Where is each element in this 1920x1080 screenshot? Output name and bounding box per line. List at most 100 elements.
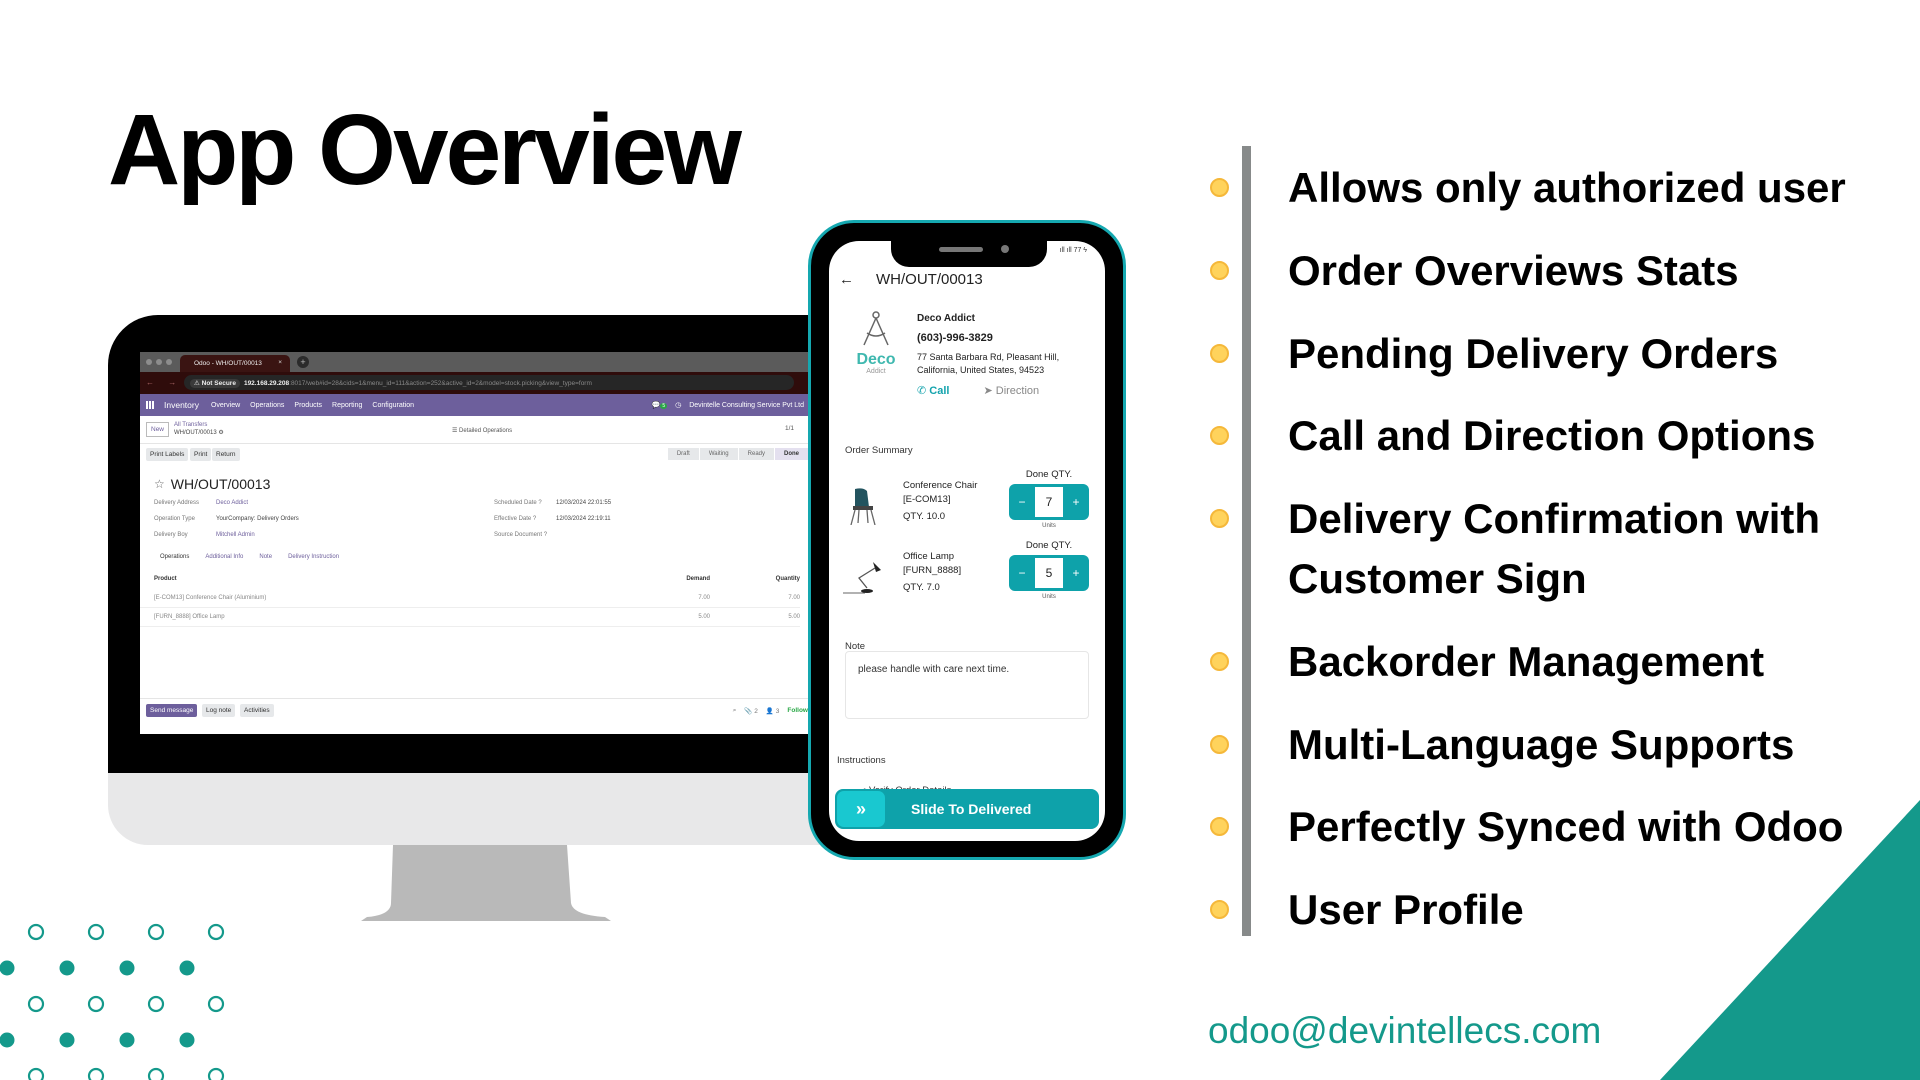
navigation-arrow-icon: ➤ [983,385,996,397]
print-labels-button[interactable]: Print Labels [146,448,189,461]
return-button[interactable]: Return [212,448,240,461]
pager: 1/1 [784,425,794,432]
row-quantity: 7.00 [788,595,800,601]
col-demand: Demand [686,576,710,582]
direction-button[interactable]: ➤ Direction [983,384,1039,397]
tab-delivery-instruction[interactable]: Delivery Instruction [288,554,339,560]
increment-button[interactable]: + [1063,484,1089,520]
filled-dot [119,1032,135,1048]
nav-products[interactable]: Products [294,402,322,409]
app-name[interactable]: Inventory [164,400,199,410]
quantity-input[interactable]: 5 [1035,558,1063,588]
row-demand: 5.00 [698,614,710,620]
bullet-dot-icon [1210,426,1229,445]
line-product-name: Office Lamp [903,551,955,562]
slide-to-delivered-button[interactable]: » Slide To Delivered [835,789,1099,829]
breadcrumb: All Transfers WH/OUT/00013 ⚙ [174,421,224,437]
url-input[interactable]: ⚠ Not Secure 192.168.29.208:8017/web#id=2… [184,375,794,390]
operation-type-value[interactable]: YourCompany: Delivery Orders [216,516,299,522]
feature-label: Backorder Management [1288,638,1765,685]
odoo-navbar: Inventory Overview Operations Products R… [140,394,808,416]
not-secure-badge[interactable]: ⚠ Not Secure [190,379,240,388]
scheduled-date-value[interactable]: 12/03/2024 22:01:55 [556,500,611,506]
feature-label: Customer Sign [1288,555,1587,602]
feature-item: Multi-Language Supports [1210,715,1794,768]
company-name[interactable]: Devintelle Consulting Service Pvt Ltd [689,402,804,409]
slide-handle-chevrons-icon[interactable]: » [837,791,885,827]
window-controls[interactable] [146,359,172,365]
activities-button[interactable]: Activities [240,704,274,717]
new-button[interactable]: New [146,422,170,437]
effective-date-value[interactable]: 12/03/2024 22:19:11 [556,516,611,522]
clock-icon[interactable]: ◷ [675,401,681,409]
chat-icon[interactable]: 💬 5 [652,401,668,409]
call-button[interactable]: ✆ Call [917,384,949,397]
quantity-input[interactable]: 7 [1035,487,1063,517]
form-fields: Delivery Address Deco Addict Operation Ty… [154,500,808,552]
increment-button[interactable]: + [1063,555,1089,591]
col-quantity: Quantity [775,576,800,582]
customer-address: 77 Santa Barbara Rd, Pleasant Hill, Cali… [917,351,1059,377]
form-tabs: Operations Additional Info Note Delivery… [160,554,808,560]
close-tab-icon[interactable]: × [278,359,282,366]
hollow-dot [207,923,225,941]
feature-divider [1242,146,1251,936]
filled-dot [59,1032,75,1048]
nav-configuration[interactable]: Configuration [372,402,414,409]
feature-label: Delivery Confirmation with [1288,495,1821,542]
control-panel: New All Transfers WH/OUT/00013 ⚙ ☰ Detai… [140,416,808,444]
order-line: Conference Chair [E-COM13] QTY. 10.0 Don… [829,469,1105,539]
hollow-dot [87,923,105,941]
back-arrow-icon[interactable]: ← [839,271,854,288]
instructions-label: Instructions [837,755,886,766]
star-icon[interactable]: ☆ [154,477,165,491]
decrement-button[interactable]: − [1009,484,1035,520]
tab-note[interactable]: Note [259,554,272,560]
followers-count[interactable]: 👤 3 [766,707,780,715]
bullet-dot-icon [1210,178,1229,197]
print-button[interactable]: Print [190,448,212,461]
delivery-address-value[interactable]: Deco Addict [216,500,248,506]
delivery-boy-value[interactable]: Mitchell Admin [216,532,255,538]
log-note-button[interactable]: Log note [202,704,236,717]
row-product: [E-COM13] Conference Chair (Aluminium) [154,595,267,601]
nav-reporting[interactable]: Reporting [332,402,362,409]
search-icon[interactable]: ⌕ [733,707,737,715]
decorative-dot-pattern [0,923,225,1080]
row-product: [FURN_8888] Office Lamp [154,614,225,620]
tab-additional-info[interactable]: Additional Info [205,554,243,560]
nav-overview[interactable]: Overview [211,402,240,409]
nav-operations[interactable]: Operations [250,402,284,409]
chair-icon [850,488,876,525]
note-textarea[interactable]: please handle with care next time. [845,651,1089,719]
decrement-button[interactable]: − [1009,555,1035,591]
quantity-stepper: − 5 + [1009,555,1089,591]
attachments-count[interactable]: 📎 2 [744,707,758,715]
status-done[interactable]: Done [775,448,808,460]
status-ready[interactable]: Ready [738,448,774,460]
contact-email[interactable]: odoo@devintellecs.com [1208,1010,1601,1052]
status-draft[interactable]: Draft [667,448,699,460]
browser-tab[interactable]: Odoo - WH/OUT/00013 × [180,355,290,372]
filled-dot [179,1032,195,1048]
filled-dot [119,960,135,976]
status-waiting[interactable]: Waiting [699,448,738,460]
url-path: :8017/web#id=28&cids=1&menu_id=111&actio… [289,380,592,387]
table-row[interactable]: [FURN_8888] Office Lamp 5.00 5.00 [140,608,800,627]
detailed-operations-button[interactable]: ☰ Detailed Operations [452,427,512,434]
app-grid-icon[interactable] [146,401,154,409]
breadcrumb-parent[interactable]: All Transfers [174,421,224,429]
desk-lamp-icon [843,562,881,594]
slide-label: Slide To Delivered [911,801,1032,817]
compass-icon [863,311,889,346]
feature-item: Call and Direction Options [1210,406,1815,459]
new-tab-button[interactable]: + [297,356,309,368]
follow-button[interactable]: Follow [787,707,808,715]
table-row[interactable]: [E-COM13] Conference Chair (Aluminium) 7… [140,589,800,608]
browser-address-bar: ← → C ⚠ Not Secure 192.168.29.208:8017/we… [140,372,808,394]
send-message-button[interactable]: Send message [146,704,198,717]
action-bar: Print Labels Print Return Draft Waiting … [140,444,808,466]
tab-operations[interactable]: Operations [160,554,189,560]
field-label: Delivery Boy [154,532,188,538]
customer-phone: (603)-996-3829 [917,332,993,344]
